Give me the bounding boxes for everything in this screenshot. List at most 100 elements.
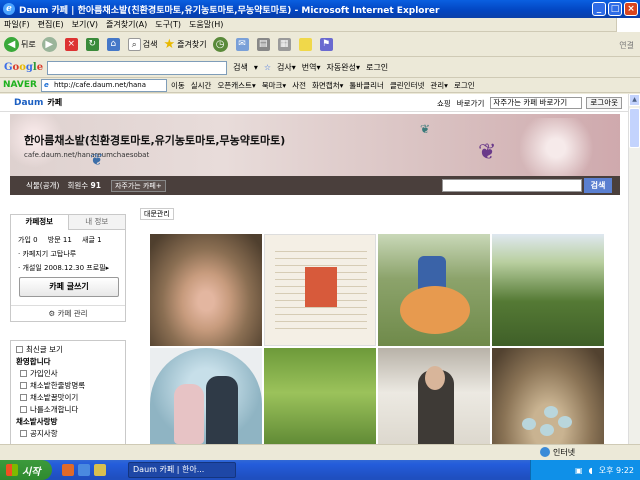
menu-latest[interactable]: 최신글 보기	[16, 344, 120, 356]
edit-button[interactable]: ▦	[277, 38, 293, 51]
refresh-button[interactable]: ↻	[85, 38, 101, 51]
tab-cafe-info[interactable]: 카페정보	[11, 215, 69, 230]
naver-logo: NAVER	[3, 80, 37, 90]
messenger-button[interactable]: ⚑	[319, 38, 335, 51]
google-item-2[interactable]: 검사▾	[277, 62, 296, 73]
search-button[interactable]: ⌕ 검색	[127, 38, 158, 51]
naver-dictionary[interactable]: 사전	[292, 80, 306, 91]
search-label: 검색	[142, 40, 158, 49]
google-item-4[interactable]: 자동완성▾	[327, 62, 360, 73]
menu-favorites[interactable]: 즐겨찾기(A)	[106, 19, 147, 30]
front-manage-button[interactable]: 대문관리	[140, 208, 174, 220]
notes-button[interactable]	[298, 38, 314, 51]
board-icon	[20, 382, 27, 389]
maximize-button[interactable]: □	[608, 2, 622, 16]
network-icon[interactable]: ▣	[575, 466, 583, 475]
write-post-button[interactable]: 카페 글쓰기	[19, 277, 119, 297]
close-button[interactable]: ×	[624, 2, 638, 16]
naver-opencast[interactable]: 오픈캐스트▾	[217, 80, 255, 91]
tab-my-info[interactable]: 내 정보	[68, 215, 125, 230]
photo-certificate[interactable]	[264, 234, 376, 346]
google-item-1[interactable]: ▾	[254, 63, 258, 72]
naver-login[interactable]: 로그인	[454, 80, 475, 91]
history-button[interactable]: ◷	[212, 37, 230, 52]
favorites-button[interactable]: ★ 즐겨찾기	[163, 37, 206, 52]
browser-icon[interactable]	[62, 464, 74, 476]
naver-bookmark[interactable]: 북마크▾	[262, 80, 286, 91]
photo-baby-birds[interactable]	[150, 234, 262, 346]
cafe-info-bar: 식물(공개) 회원수 91 자주가는 카페+ 검색	[10, 176, 620, 195]
menu-intro[interactable]: 나를소개합니다	[16, 404, 120, 416]
go-button[interactable]: 이동	[171, 80, 185, 91]
cafe-created[interactable]: · 개설일 2008.12.30 프로필▸	[18, 261, 118, 275]
shortcut-link[interactable]: 바로가기	[457, 98, 485, 109]
scroll-up-arrow-icon[interactable]: ▲	[629, 94, 640, 106]
naver-toolbar: NAVER http://cafe.daum.net/hana 이동 실시간 오…	[0, 78, 640, 93]
windows-flag-icon	[6, 464, 18, 476]
home-button[interactable]: ⌂	[106, 38, 122, 51]
volume-icon[interactable]: ◖	[589, 466, 593, 475]
google-search-button[interactable]: 검색	[233, 62, 248, 73]
menu-tasty[interactable]: 채소밭꿀맛이기	[16, 392, 120, 404]
naver-realtime[interactable]: 실시간	[191, 80, 212, 91]
cafe-search-button[interactable]: 검색	[584, 178, 612, 193]
cafe-manage-link[interactable]: ⚙ 카페 관리	[11, 305, 125, 322]
menu-group-lounge[interactable]: 채소밭사랑방	[16, 416, 120, 428]
start-label: 시작	[22, 466, 41, 478]
google-item-3[interactable]: 번역▾	[302, 62, 321, 73]
ie-quicklaunch-icon[interactable]	[78, 464, 90, 476]
menu-guestbook[interactable]: 채소밭한줄방명록	[16, 380, 120, 392]
cafe-label[interactable]: 카페	[47, 97, 62, 108]
cafe-url: cafe.daum.net/hanareumchaesobat	[24, 151, 150, 159]
member-count-value: 91	[90, 181, 101, 190]
butterfly-icon: ❦	[478, 140, 497, 165]
add-favorite-button[interactable]: 자주가는 카페+	[110, 179, 166, 192]
start-button[interactable]: 시작	[0, 460, 52, 480]
member-count-label: 회원수	[67, 181, 89, 190]
google-login[interactable]: 로그인	[366, 62, 388, 73]
menu-label: 채소밭한줄방명록	[30, 381, 86, 390]
back-button[interactable]: ◀ 뒤로	[4, 37, 36, 52]
shop-link[interactable]: 쇼핑	[437, 98, 451, 109]
favorite-cafe-select[interactable]: 자주가는 카페 바로가기	[490, 97, 583, 109]
logout-button[interactable]: 로그아웃	[586, 97, 622, 109]
scroll-thumb[interactable]	[629, 108, 640, 148]
person-figure	[174, 384, 204, 444]
clock[interactable]: 오후 9:22	[599, 465, 634, 476]
naver-clean-internet[interactable]: 클린인터넷	[390, 80, 425, 91]
menu-help[interactable]: 도움말(H)	[189, 19, 223, 30]
forward-button[interactable]: ▶	[41, 37, 59, 52]
messenger-icon: ⚑	[319, 38, 333, 51]
menu-group-welcome[interactable]: 환영합니다	[16, 356, 120, 368]
window-titlebar[interactable]: e Daum 카페 | 한아름채소밭(친환경토마토,유기농토마토,무농약토마토)…	[0, 0, 640, 18]
cafe-search-input[interactable]	[442, 179, 582, 192]
menu-edit[interactable]: 편집(E)	[38, 19, 64, 30]
naver-toolbar-cleaner[interactable]: 툴바클리너	[349, 80, 384, 91]
google-search-input[interactable]	[47, 60, 228, 75]
links-label[interactable]: 연결	[619, 40, 634, 51]
taskbar-item-daum[interactable]: Daum 카페 | 한아...	[128, 462, 236, 478]
daum-logo[interactable]: Daum	[14, 98, 43, 108]
menu-file[interactable]: 파일(F)	[4, 19, 30, 30]
menu-tools[interactable]: 도구(T)	[155, 19, 181, 30]
menu-label: 공지사항	[30, 429, 58, 438]
photo-pumpkin-man[interactable]	[378, 234, 490, 346]
google-bookmark-icon[interactable]: ☆	[264, 63, 271, 72]
menu-view[interactable]: 보기(V)	[72, 19, 98, 30]
naver-manage[interactable]: 관리▾	[430, 80, 448, 91]
minimize-button[interactable]: _	[592, 2, 606, 16]
naver-capture[interactable]: 화면캡처▾	[312, 80, 343, 91]
menu-notice[interactable]: 공지사항	[16, 428, 120, 440]
print-button[interactable]: ▤	[256, 38, 272, 51]
stop-button[interactable]: ×	[64, 38, 80, 51]
folder-icon[interactable]	[94, 464, 106, 476]
cafe-title[interactable]: 한아름채소밭(친환경토마토,유기농토마토,무농약토마토)	[24, 132, 285, 148]
taskbar: 시작 Daum 카페 | 한아... ▣ ◖ 오후 9:22	[0, 460, 640, 480]
security-zone: 인터넷	[540, 447, 575, 458]
address-bar[interactable]: http://cafe.daum.net/hana	[40, 78, 167, 92]
photo-greenhouse[interactable]	[492, 234, 604, 346]
mail-button[interactable]: ✉	[235, 38, 251, 51]
cafe-banner: 한아름채소밭(친환경토마토,유기농토마토,무농약토마토) cafe.daum.n…	[10, 114, 620, 176]
vertical-scrollbar[interactable]: ▲ ▼	[628, 94, 640, 460]
menu-greeting[interactable]: 가입인사	[16, 368, 120, 380]
